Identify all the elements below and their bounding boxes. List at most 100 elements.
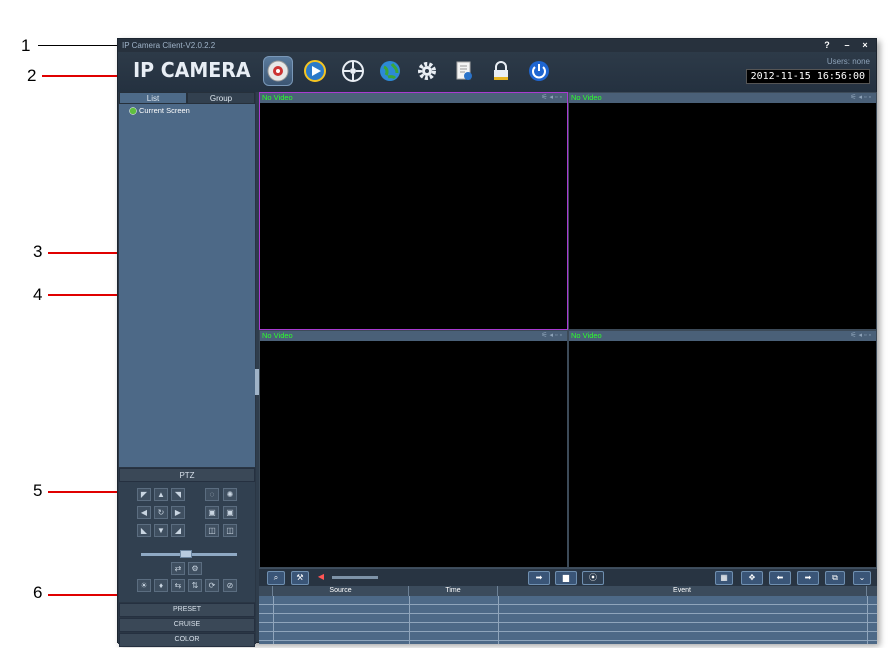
v-scan-button[interactable]: ⇅ [188,579,202,592]
volume-slider[interactable] [332,576,378,579]
device-list[interactable]: Current Screen [119,104,255,467]
device-item[interactable]: Current Screen [129,106,190,115]
app-window: IP Camera Client-V2.0.2.2 ? – × IP CAMER… [117,38,877,647]
event-col-time[interactable]: Time [409,586,498,596]
window-title: IP Camera Client-V2.0.2.2 [122,41,216,50]
network-button[interactable] [375,56,405,86]
tab-group[interactable]: Group [187,92,255,104]
cell-controls-icon[interactable]: ⚟◂▫▫ [850,332,873,340]
ptz-settings-button[interactable] [338,56,368,86]
prev-page-button[interactable]: ⬅ [769,571,791,585]
stop-button[interactable]: ⊘ [223,579,237,592]
cell-controls-icon[interactable]: ⚟◂▫▫ [541,332,564,340]
h-scan-button[interactable]: ⇆ [171,579,185,592]
ptz-settings-icon [342,60,364,82]
arrow-right-icon: ➡ [804,573,812,582]
next-page-button[interactable]: ➡ [797,571,819,585]
surveillance-button[interactable] [263,56,293,86]
brush-button[interactable]: ♦ [154,579,168,592]
iris-open-button[interactable]: ◫ [223,524,237,537]
left-panel: List Group Current Screen PTZ ◤ ▲ ◥ ◀ ↻ … [118,92,256,647]
tab-list[interactable]: List [119,92,187,104]
event-log: Source Time Event [259,586,877,644]
title-bar: IP Camera Client-V2.0.2.2 ? – × [118,39,876,52]
focus-far-button[interactable]: ▣ [223,506,237,519]
ptz-up-left-button[interactable]: ◤ [137,488,151,501]
fullscreen-button[interactable]: ✥ [741,571,763,585]
event-col-source[interactable]: Source [273,586,409,596]
light-button[interactable]: ☀ [137,579,151,592]
iris-close-button[interactable]: ◫ [205,524,219,537]
ptz-right-button[interactable]: ▶ [171,506,185,519]
collapse-button[interactable]: ⌄ [853,571,871,585]
event-col-check [259,586,273,596]
video-cell-header: No Video ⚟◂▫▫ [260,331,567,341]
event-log-header: Source Time Event [259,586,877,596]
settings-button[interactable] [412,56,442,86]
event-col-event[interactable]: Event [498,586,867,596]
zoom-out-button[interactable]: ◌ [205,488,219,501]
surveillance-icon [267,60,289,82]
tab-preset[interactable]: PRESET [119,603,255,617]
users-status: Users: none [826,57,870,66]
app-logo: IP CAMERA [133,58,251,82]
ptz-down-button[interactable]: ▼ [154,524,168,537]
page: 1 2 3 4 5 6 IP Camera Client-V2.0.2.2 ? … [0,0,891,648]
log-icon [456,61,472,80]
snapshot-button[interactable]: ▆ [555,571,577,585]
cell-controls-icon[interactable]: ⚟◂▫▫ [850,94,873,102]
cruise-button[interactable]: ⟳ [205,579,219,592]
talk-button[interactable]: ➡ [528,571,550,585]
talk-icon: ➡ [535,573,543,582]
ptz-auto-button[interactable]: ↻ [154,506,168,519]
layout-button[interactable]: ▦ [715,571,733,585]
bottom-tabs: PRESET CRUISE COLOR [119,603,255,648]
ptz-speed-thumb[interactable] [180,550,192,558]
power-button[interactable] [524,56,554,86]
callout-2: 2 [27,66,37,85]
zoom-in-button[interactable]: ✺ [223,488,237,501]
device-tabs: List Group [119,92,255,104]
lock-button[interactable] [486,56,516,86]
cell-controls-icon[interactable]: ⚟◂▫▫ [541,94,564,102]
video-toolbar: ⌕ ⚒ ◀ ➡ ▆ ⦿ ▦ ✥ ⬅ ➡ ⧉ ⌄ [259,568,877,586]
help-button[interactable]: ? [820,39,834,52]
record-button[interactable]: ⦿ [582,571,604,585]
ptz-left-button[interactable]: ◀ [137,506,151,519]
callout-4: 4 [33,285,43,304]
grid-layout-icon: ▦ [720,573,728,582]
ptz-flip-button[interactable]: ⇄ [171,562,185,575]
table-divider [409,596,410,644]
video-cell-2[interactable]: No Video ⚟◂▫▫ [568,92,877,330]
ptz-down-right-button[interactable]: ◢ [171,524,185,537]
search-button[interactable]: ⌕ [267,571,285,585]
ptz-up-right-button[interactable]: ◥ [171,488,185,501]
volume-button[interactable]: ◀ [314,571,328,585]
video-cell-1[interactable]: No Video ⚟◂▫▫ [259,92,568,330]
minimize-button[interactable]: – [840,39,854,52]
cycle-button[interactable]: ⧉ [825,571,845,585]
video-grid: No Video ⚟◂▫▫ No Video ⚟◂▫▫ No Video ⚟◂▫… [259,92,877,568]
focus-near-button[interactable]: ▣ [205,506,219,519]
video-status: No Video [262,93,293,102]
video-cell-3[interactable]: No Video ⚟◂▫▫ [259,330,568,568]
close-button[interactable]: × [858,39,872,52]
datetime-display: 2012-11-15 16:56:00 [745,69,870,84]
fullscreen-icon: ✥ [748,573,756,582]
settings-tool-button[interactable]: ⚒ [291,571,309,585]
ptz-header[interactable]: PTZ [119,468,255,482]
event-log-body[interactable] [259,596,877,644]
tab-color[interactable]: COLOR [119,633,255,647]
speaker-icon: ◀ [317,572,325,581]
camera-node-icon [129,106,137,115]
log-button[interactable] [449,56,479,86]
ptz-down-left-button[interactable]: ◣ [137,524,151,537]
video-cell-4[interactable]: No Video ⚟◂▫▫ [568,330,877,568]
wrench-icon: ⚒ [296,573,304,582]
playback-button[interactable] [300,56,330,86]
ptz-up-button[interactable]: ▲ [154,488,168,501]
ptz-config-button[interactable]: ⚙ [188,562,202,575]
chevron-down-icon: ⌄ [858,573,866,582]
tab-cruise[interactable]: CRUISE [119,618,255,632]
table-divider [867,596,868,644]
